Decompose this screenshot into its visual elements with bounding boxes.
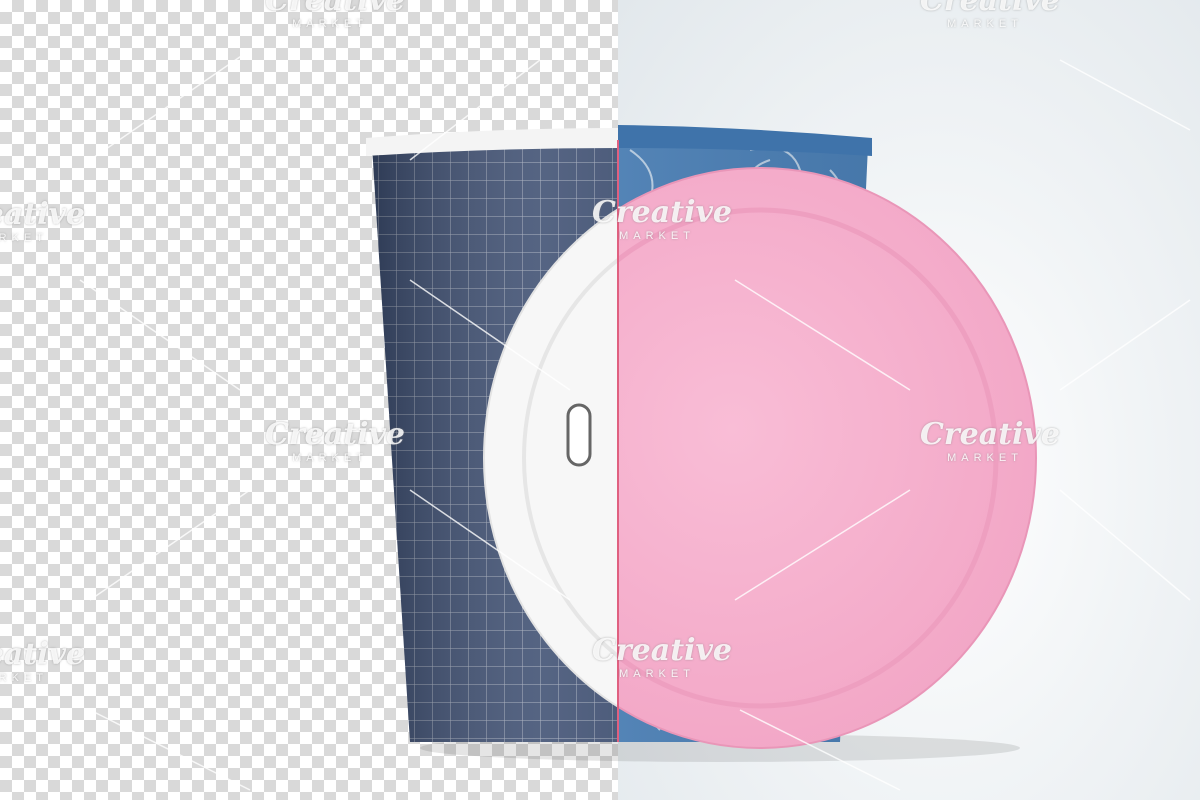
sip-hole — [566, 403, 592, 467]
cup-scene — [79, 49, 1191, 791]
mockup-canvas: CreativeMARKET CreativeMARKET CreativeMA… — [0, 0, 1200, 800]
